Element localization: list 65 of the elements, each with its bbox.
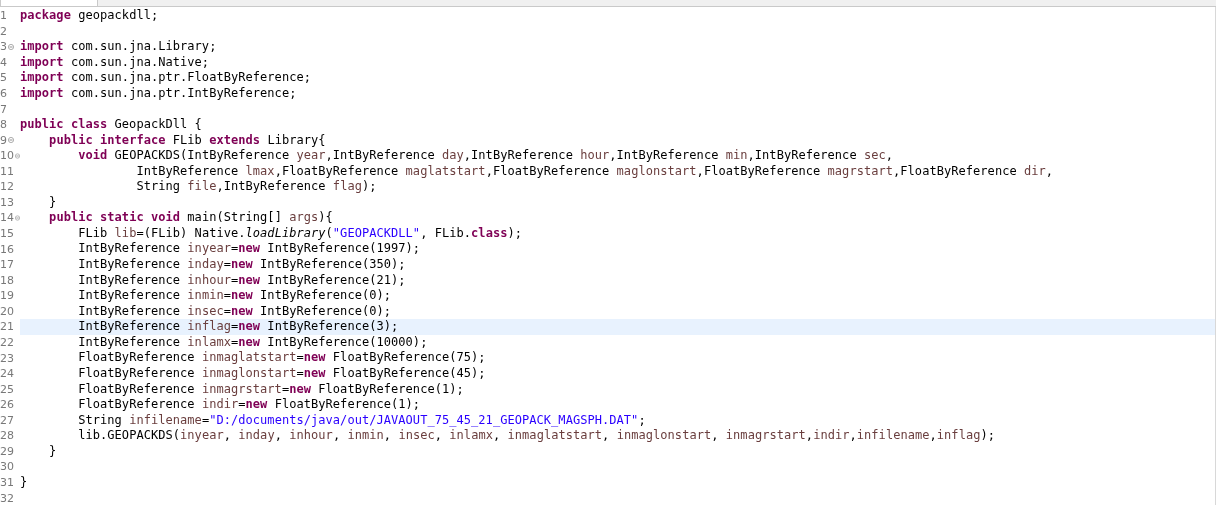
line-number: 6 [0, 87, 7, 100]
code-line: lib.GEOPACKDS(inyear, inday, inhour, inmin, insec, inlamx, inmaglatstart, inmaglonstart, inmagrstart,indir,infilename,inflag); [78, 428, 996, 443]
line-number: 26 [0, 398, 14, 412]
code-line: } [49, 194, 57, 209]
code-line: IntByReference lmax,FloatByReference maglatstart,FloatByReference maglonstart,FloatByReference magrstart,FloatByReference dir, [136, 163, 1054, 178]
line-number: 15 [0, 227, 14, 241]
code-line: FLib lib=(FLib) Native.loadLibrary("GEOPACKDLL", FLib.class); [78, 225, 522, 240]
line-number: 18 [0, 273, 14, 287]
line-number: 21 [0, 320, 14, 334]
line-number: 28 [0, 429, 14, 443]
line-number: 10 [0, 149, 14, 163]
line-number: 20 [0, 304, 14, 318]
line-number: 31 [0, 476, 14, 490]
code-line: FloatByReference inmagrstart=new FloatByReference(1); [78, 381, 464, 396]
code-line: } [20, 474, 28, 489]
collapse-icon[interactable] [8, 137, 14, 144]
code-line: } [49, 443, 57, 458]
code-line: import com.sun.jna.Library; [20, 39, 217, 54]
line-number: 23 [0, 351, 14, 365]
code-line: IntByReference inday=new IntByReference(350); [78, 257, 406, 271]
code-line: IntByReference inhour=new IntByReference(21); [78, 272, 406, 287]
line-number: 1 [0, 9, 7, 23]
code-line: import com.sun.jna.ptr.FloatByReference; [20, 70, 311, 85]
code-line: IntByReference inmin=new IntByReference(0); [78, 288, 392, 303]
line-number: 2 [0, 24, 7, 38]
line-number: 22 [0, 336, 14, 349]
collapse-icon[interactable] [15, 215, 20, 221]
line-number: 3 [0, 40, 7, 54]
code-line: import com.sun.jna.Native; [20, 54, 210, 69]
code-line: package geopackdll; [20, 8, 159, 22]
line-number: 24 [0, 367, 14, 381]
line-number: 12 [0, 180, 14, 194]
code-line: public static void main(String[] args){ [49, 210, 333, 225]
line-number: 16 [0, 242, 14, 256]
code-line: public class GeopackDll { [20, 116, 202, 131]
collapse-icon[interactable] [15, 152, 20, 159]
line-number: 4 [0, 55, 7, 69]
editor-tab[interactable] [0, 0, 98, 6]
code-line: IntByReference inlamx=new IntByReference(10000); [78, 334, 428, 349]
code-line: IntByReference insec=new IntByReference(0); [78, 303, 392, 318]
code-line: public interface FLib extends Library{ [49, 132, 326, 147]
code-line: import com.sun.jna.ptr.IntByReference; [20, 85, 297, 100]
line-number: 27 [0, 413, 14, 427]
line-number: 5 [0, 71, 7, 85]
line-number: 14 [0, 211, 14, 225]
line-number: 29 [0, 444, 14, 458]
collapse-icon[interactable] [8, 43, 14, 50]
code-line: IntByReference inyear=new IntByReference(1997); [78, 241, 421, 256]
code-line: IntByReference inflag=new IntByReference(3); [78, 319, 399, 334]
line-number: 17 [0, 258, 14, 272]
line-number: 32 [0, 491, 14, 505]
line-number: 11 [0, 164, 14, 178]
line-number: 8 [0, 118, 7, 132]
code-line: void GEOPACKDS(IntByReference year,IntByReference day,IntByReference hour,IntByReference min,IntByReference sec, [78, 148, 894, 163]
code-line: FloatByReference inmaglonstart=new FloatByReference(45); [78, 365, 486, 380]
line-number: 25 [0, 382, 14, 396]
code-line: FloatByReference inmaglatstart=new FloatByReference(75); [78, 350, 486, 365]
line-number: 30 [0, 460, 14, 474]
line-number: 9 [0, 133, 7, 147]
line-number: 7 [0, 102, 7, 116]
line-number: 13 [0, 195, 14, 209]
code-line: String file,IntByReference flag); [136, 179, 377, 194]
line-number: 19 [0, 289, 14, 303]
code-line: String infilename="D:/documents/java/out/JAVAOUT_75_45_21_GEOPACK_MAGSPH.DAT"; [78, 412, 646, 427]
code-line: FloatByReference indir=new FloatByReference(1); [78, 397, 421, 412]
